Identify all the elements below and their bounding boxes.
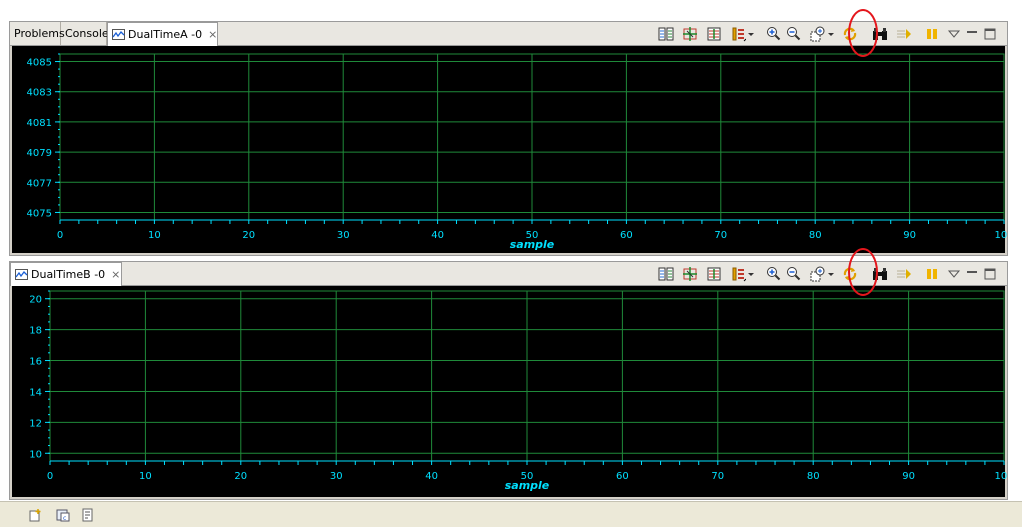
dropdown-arrow-icon[interactable] <box>827 26 835 42</box>
x-tick-label: 30 <box>330 471 343 482</box>
y-tick-label: 4075 <box>27 208 52 219</box>
x-tick-label: 40 <box>425 471 438 482</box>
memory-icon[interactable]: c <box>56 508 70 522</box>
y-tick-label: 12 <box>29 418 42 429</box>
zoom-in-icon[interactable] <box>766 266 782 282</box>
y-tick-label: 4083 <box>27 88 52 99</box>
maximize-icon[interactable] <box>982 26 998 42</box>
show-all-icon[interactable] <box>658 26 674 42</box>
x-tick-label: 20 <box>234 471 247 482</box>
x-tick-label: 90 <box>902 471 915 482</box>
dropdown-arrow-icon[interactable] <box>747 266 755 282</box>
close-icon[interactable]: ⨯ <box>208 28 217 41</box>
close-icon[interactable]: ⨯ <box>111 268 120 281</box>
y-tick-label: 14 <box>29 387 42 398</box>
zoom-area-icon[interactable] <box>810 266 826 282</box>
view-menu-icon[interactable] <box>946 26 962 42</box>
new-view-icon[interactable] <box>28 508 42 522</box>
scale-icon[interactable] <box>706 26 722 42</box>
highlight-circle <box>848 248 878 296</box>
y-tick-label: 4081 <box>27 118 52 129</box>
dualtime-a-view: Problems Console DualTimeA -0 ⨯ 0 10 20 30 40… <box>9 21 1008 256</box>
x-tick-label: 70 <box>714 230 727 241</box>
tab-label: Problems <box>14 27 65 40</box>
x-tick-label: 80 <box>807 471 820 482</box>
tab-label: DualTimeB -0 <box>31 268 106 281</box>
show-all-icon[interactable] <box>658 266 674 282</box>
zoom-fit-icon[interactable] <box>682 26 698 42</box>
tab-label: DualTimeA -0 <box>128 28 203 41</box>
trace-icon[interactable] <box>81 508 95 522</box>
x-tick-label: 20 <box>242 230 255 241</box>
x-tick-label: 90 <box>903 230 916 241</box>
time-chart[interactable]: 0102030405060708090100201816141210sample <box>12 286 1007 497</box>
settings-icon[interactable] <box>730 26 746 42</box>
x-tick-label: 10 <box>139 471 152 482</box>
svg-text:c: c <box>63 515 66 522</box>
dropdown-arrow-icon[interactable] <box>747 26 755 42</box>
view-toolbar <box>658 264 1003 284</box>
view-toolbar <box>658 24 1003 44</box>
scale-icon[interactable] <box>706 266 722 282</box>
zoom-fit-icon[interactable] <box>682 266 698 282</box>
y-tick-label: 20 <box>29 295 42 306</box>
y-tick-label: 4077 <box>27 178 52 189</box>
settings-icon[interactable] <box>730 266 746 282</box>
pause-icon[interactable] <box>924 26 940 42</box>
zoom-out-icon[interactable] <box>786 26 802 42</box>
x-tick-label: 100 <box>994 230 1007 241</box>
plot-area[interactable]: 0102030405060708090100201816141210sample <box>12 286 1007 497</box>
x-tick-label: 80 <box>809 230 822 241</box>
y-tick-label: 16 <box>29 357 42 368</box>
tab-label: Console <box>65 27 109 40</box>
y-tick-label: 10 <box>29 449 42 460</box>
zoom-out-icon[interactable] <box>786 266 802 282</box>
x-axis-label: sample <box>505 479 550 492</box>
x-axis-label: sample <box>510 238 555 251</box>
x-tick-label: 0 <box>47 471 53 482</box>
x-tick-label: 70 <box>711 471 724 482</box>
status-bar: c <box>0 501 1022 527</box>
tab-dualtime-a[interactable]: DualTimeA -0 ⨯ <box>107 22 218 46</box>
pause-icon[interactable] <box>924 266 940 282</box>
plot-area[interactable]: 0102030405060708090100408540834081407940… <box>12 46 1007 253</box>
time-chart[interactable]: 0102030405060708090100408540834081407940… <box>12 46 1007 253</box>
step-icon[interactable] <box>896 266 912 282</box>
x-tick-label: 60 <box>616 471 629 482</box>
y-tick-label: 4079 <box>27 148 52 159</box>
view-menu-icon[interactable] <box>946 266 962 282</box>
y-tick-label: 18 <box>29 326 42 337</box>
x-tick-label: 100 <box>994 471 1007 482</box>
x-tick-label: 60 <box>620 230 633 241</box>
dualtime-b-view: DualTimeB -0⨯ 01020304050607080901002018… <box>9 261 1008 500</box>
chart-icon <box>112 29 125 40</box>
maximize-icon[interactable] <box>982 266 998 282</box>
highlight-circle <box>848 9 878 57</box>
y-tick-label: 4085 <box>27 58 52 69</box>
dropdown-arrow-icon[interactable] <box>827 266 835 282</box>
tab-console[interactable]: Console <box>61 22 109 45</box>
minimize-icon[interactable] <box>964 266 980 282</box>
x-tick-label: 10 <box>148 230 161 241</box>
zoom-area-icon[interactable] <box>810 26 826 42</box>
step-icon[interactable] <box>896 26 912 42</box>
chart-icon <box>15 269 28 280</box>
tab-dualtime-b[interactable]: DualTimeB -0 ⨯ <box>10 262 122 286</box>
x-tick-label: 0 <box>57 230 63 241</box>
tab-problems[interactable]: Problems <box>10 22 65 45</box>
minimize-icon[interactable] <box>964 26 980 42</box>
zoom-in-icon[interactable] <box>766 26 782 42</box>
x-tick-label: 40 <box>431 230 444 241</box>
x-tick-label: 30 <box>337 230 350 241</box>
